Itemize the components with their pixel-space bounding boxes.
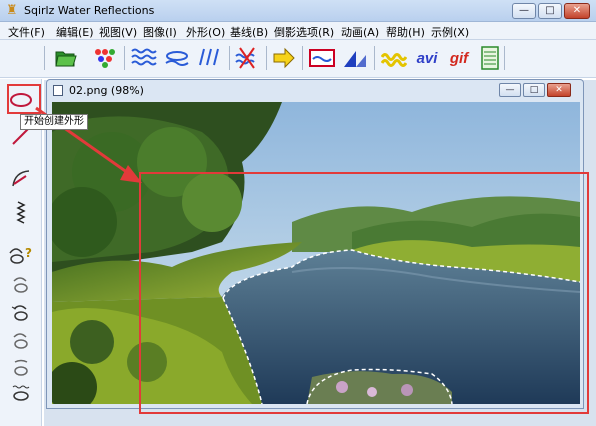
tooltip: 开始创建外形 bbox=[20, 114, 88, 130]
pointer-arrow-icon bbox=[35, 106, 142, 183]
